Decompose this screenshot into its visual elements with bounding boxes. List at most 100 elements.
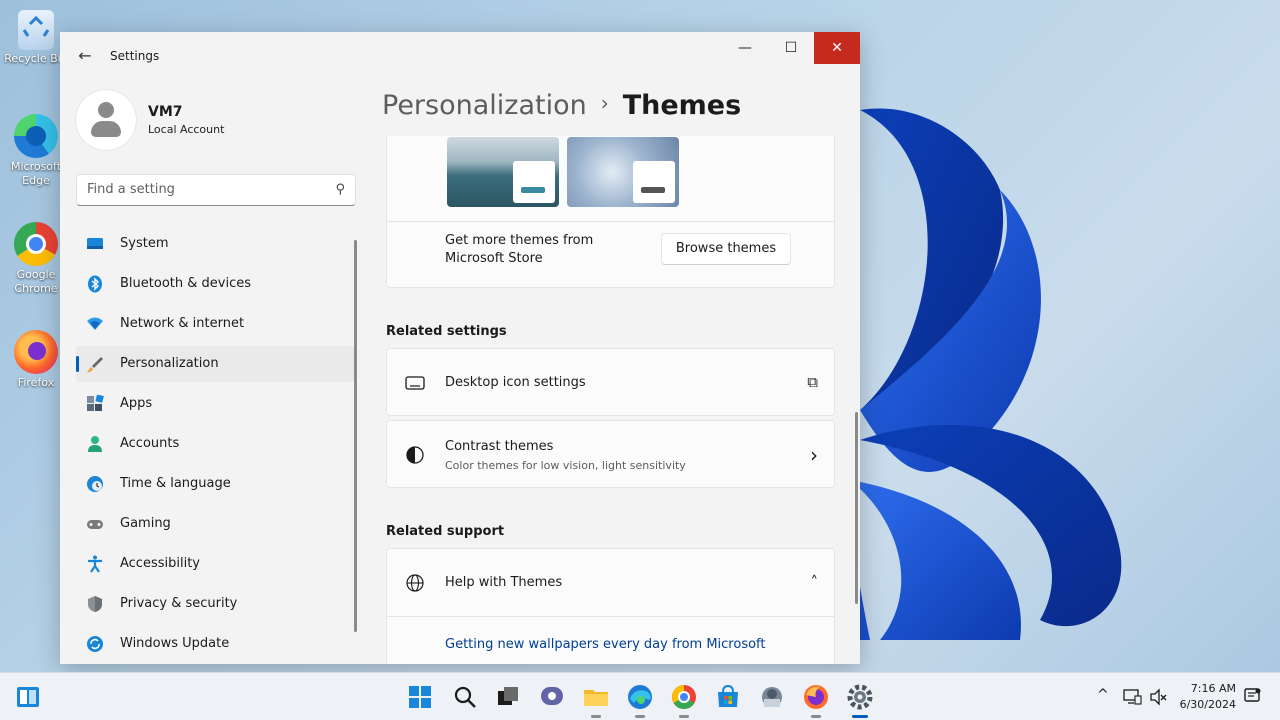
- notification-icon[interactable]: [1244, 687, 1262, 705]
- theme-thumbnail-glow[interactable]: [447, 137, 559, 207]
- desktop-icon-chrome[interactable]: Google Chrome: [4, 222, 68, 296]
- sidebar-item-privacy-security[interactable]: Privacy & security: [76, 586, 356, 622]
- close-button[interactable]: ✕: [814, 32, 860, 64]
- contrast-themes-row[interactable]: Contrast themes Color themes for low vis…: [386, 420, 835, 488]
- sidebar-item-label: Accounts: [120, 436, 180, 451]
- help-with-themes-header[interactable]: Help with Themes ˄: [387, 549, 834, 616]
- help-with-themes-card: Help with Themes ˄ Getting new wallpaper…: [386, 548, 835, 664]
- maximize-button[interactable]: ☐: [768, 32, 814, 64]
- chevron-up-icon: ˄: [810, 573, 819, 591]
- external-link-icon: ⧉: [807, 373, 818, 391]
- chrome-icon[interactable]: [670, 683, 698, 711]
- sidebar-item-label: Time & language: [120, 476, 231, 491]
- active-indicator: [852, 715, 868, 718]
- avatar[interactable]: [76, 90, 136, 150]
- sidebar-item-label: Gaming: [120, 516, 171, 531]
- network-monitor-icon[interactable]: [1122, 687, 1142, 707]
- search-icon[interactable]: ⚲: [335, 182, 345, 197]
- sidebar-item-system[interactable]: System: [76, 226, 356, 262]
- related-settings-heading: Related settings: [386, 324, 507, 339]
- windows-update-icon: [87, 636, 103, 652]
- sidebar-item-label: Accessibility: [120, 556, 200, 571]
- clock[interactable]: 7:16 AM 6/30/2024: [1180, 681, 1236, 713]
- theme-preview-accent: [641, 187, 665, 193]
- settings-window: ← Settings — ☐ ✕ VM7 Local Account ⚲ Sys…: [60, 32, 860, 664]
- divider: [387, 221, 834, 222]
- sidebar-item-bluetooth[interactable]: Bluetooth & devices: [76, 266, 356, 302]
- firefox-icon[interactable]: [802, 683, 830, 711]
- wallpapers-help-link[interactable]: Getting new wallpapers every day from Mi…: [445, 637, 766, 652]
- desktop-icon-label: Firefox: [17, 376, 55, 389]
- chat-icon[interactable]: [538, 683, 566, 711]
- user-icon-head: [98, 102, 114, 118]
- sidebar-item-label: Personalization: [120, 356, 219, 371]
- back-arrow-icon[interactable]: ←: [74, 46, 96, 66]
- search-box[interactable]: ⚲: [76, 174, 356, 206]
- title-bar[interactable]: ← Settings — ☐ ✕: [60, 32, 860, 80]
- running-indicator: [591, 715, 601, 718]
- system-icon: [87, 238, 103, 249]
- desktop-icon-label: Microsoft Edge: [10, 160, 62, 187]
- edge-icon[interactable]: [626, 683, 654, 711]
- settings-gear-icon[interactable]: [846, 683, 874, 711]
- file-explorer-icon[interactable]: [582, 683, 610, 711]
- bluetooth-icon: [88, 275, 102, 293]
- recycle-bin-icon: [18, 10, 54, 50]
- sidebar-item-label: Windows Update: [120, 636, 230, 651]
- desktop-icon-edge[interactable]: Microsoft Edge: [4, 114, 68, 188]
- accessibility-icon: [88, 555, 102, 573]
- sidebar-item-label: Privacy & security: [120, 596, 238, 611]
- page-title: Themes: [622, 90, 742, 121]
- sidebar-item-accessibility[interactable]: Accessibility: [76, 546, 356, 582]
- running-indicator: [679, 715, 689, 718]
- sidebar-item-apps[interactable]: Apps: [76, 386, 356, 422]
- sidebar-item-label: Bluetooth & devices: [120, 276, 251, 291]
- breadcrumb-parent[interactable]: Personalization: [382, 90, 587, 121]
- running-indicator: [811, 715, 821, 718]
- sidebar-scrollbar[interactable]: [354, 240, 357, 632]
- start-windows-icon[interactable]: [406, 683, 434, 711]
- personalization-brush-icon: [87, 357, 103, 373]
- desktop-monitor-icon: [405, 376, 425, 390]
- task-view-icon[interactable]: [494, 683, 522, 711]
- contrast-icon: [406, 446, 424, 464]
- globe-icon: [406, 574, 424, 592]
- shield-icon: [88, 596, 102, 612]
- theme-preview-accent: [521, 187, 545, 193]
- browse-themes-button[interactable]: Browse themes: [661, 233, 791, 265]
- breadcrumb-separator-icon: ›: [600, 91, 609, 115]
- desktop-icon-recycle-bin[interactable]: Recycle Bin: [4, 10, 68, 66]
- theme-thumbnail-captured-motion[interactable]: [567, 137, 679, 207]
- sidebar-item-personalization[interactable]: Personalization: [76, 346, 356, 382]
- desktop-icon-settings-row[interactable]: Desktop icon settings ⧉: [386, 348, 835, 416]
- minimize-button[interactable]: —: [722, 32, 768, 64]
- tray-chevron-up-icon[interactable]: ^: [1097, 687, 1109, 703]
- desktop-icon-label: Google Chrome: [14, 268, 58, 295]
- search-icon[interactable]: [451, 683, 479, 711]
- chrome-icon: [14, 222, 58, 266]
- time-language-icon: [87, 476, 103, 492]
- row-title: Help with Themes: [445, 575, 563, 590]
- widgets-icon[interactable]: [14, 683, 42, 711]
- clock-time: 7:16 AM: [1190, 682, 1236, 695]
- content-scrollbar[interactable]: [855, 412, 858, 604]
- desktop-icon-firefox[interactable]: Firefox: [4, 330, 68, 390]
- sidebar-item-label: System: [120, 236, 169, 251]
- volume-muted-icon[interactable]: [1148, 687, 1168, 707]
- store-icon[interactable]: [714, 683, 742, 711]
- clock-date: 6/30/2024: [1179, 698, 1236, 711]
- network-globe-icon[interactable]: [758, 683, 786, 711]
- sidebar-nav: System Bluetooth & devices Network & int…: [76, 226, 356, 664]
- user-name: VM7: [148, 104, 183, 120]
- sidebar-item-windows-update[interactable]: Windows Update: [76, 626, 356, 662]
- edge-icon: [14, 114, 58, 158]
- apps-icon: [87, 395, 104, 411]
- desktop-icon-label: Recycle Bin: [4, 52, 68, 65]
- sidebar-item-gaming[interactable]: Gaming: [76, 506, 356, 542]
- store-text-line2: Microsoft Store: [445, 251, 543, 266]
- sidebar-item-network[interactable]: Network & internet: [76, 306, 356, 342]
- search-input[interactable]: [87, 182, 317, 197]
- sidebar-item-accounts[interactable]: Accounts: [76, 426, 356, 462]
- sidebar-item-time-language[interactable]: Time & language: [76, 466, 356, 502]
- account-type: Local Account: [148, 123, 225, 136]
